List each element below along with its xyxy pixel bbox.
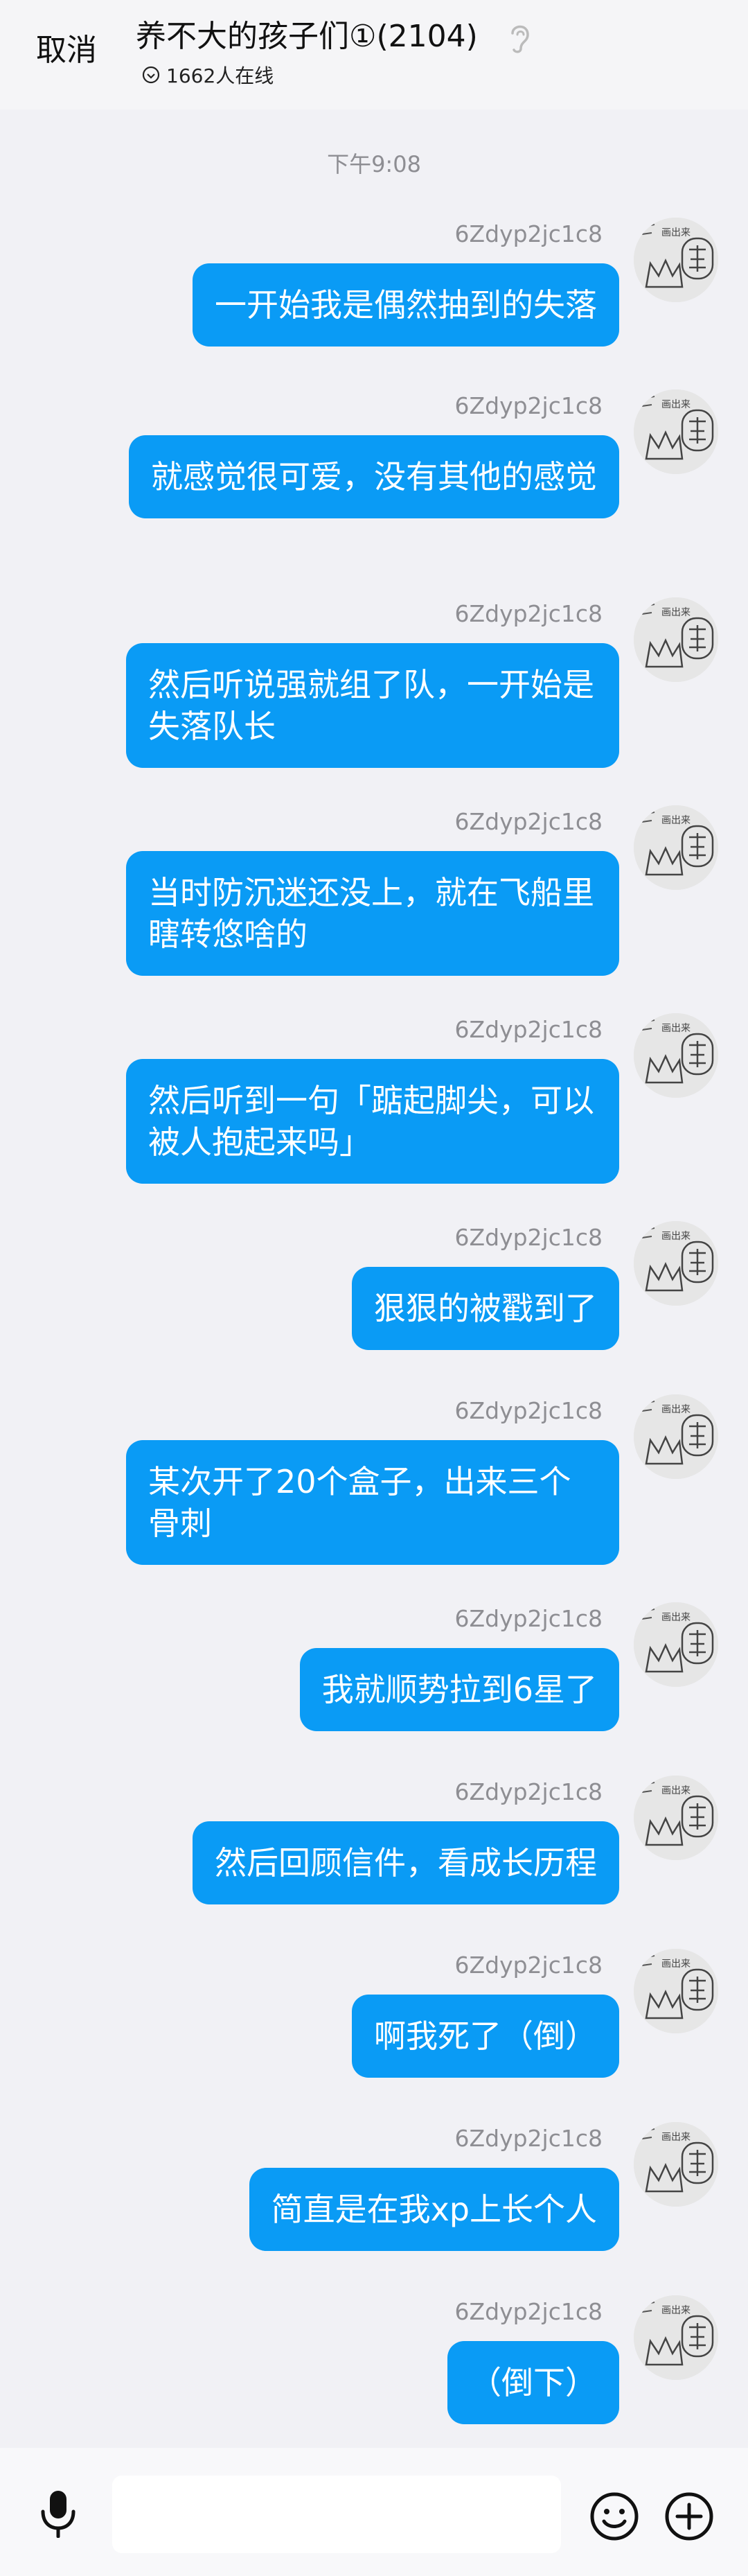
sender-nickname[interactable]: 6Zdyp2jc1c8 — [455, 2298, 603, 2326]
avatar[interactable]: 画出来 — [634, 218, 718, 302]
message-bubble[interactable]: 然后回顾信件，看成长历程 — [193, 1821, 619, 1904]
message-bubble[interactable]: 当时防沉迷还没上，就在飞船里瞎转悠啥的 — [126, 851, 619, 976]
message-timestamp: 下午9:08 — [327, 151, 421, 177]
avatar[interactable]: 画出来 — [634, 1776, 718, 1860]
svg-text:画出来: 画出来 — [661, 815, 691, 826]
avatar[interactable]: 画出来 — [634, 597, 718, 682]
sender-nickname[interactable]: 6Zdyp2jc1c8 — [455, 1224, 603, 1252]
sender-nickname[interactable]: 6Zdyp2jc1c8 — [455, 1016, 603, 1044]
avatar[interactable]: 画出来 — [634, 1013, 718, 1098]
svg-text:画出来: 画出来 — [661, 1785, 691, 1796]
sender-nickname[interactable]: 6Zdyp2jc1c8 — [455, 1605, 603, 1633]
sender-nickname[interactable]: 6Zdyp2jc1c8 — [455, 600, 603, 628]
message-input[interactable] — [112, 2476, 561, 2553]
svg-text:画出来: 画出来 — [661, 1404, 691, 1415]
sender-nickname[interactable]: 6Zdyp2jc1c8 — [455, 1397, 603, 1425]
mic-icon[interactable] — [36, 2488, 80, 2538]
message-bubble[interactable]: 狠狠的被戳到了 — [352, 1267, 619, 1350]
avatar[interactable]: 画出来 — [634, 1602, 718, 1687]
message-bubble[interactable]: （倒下） — [447, 2341, 619, 2424]
avatar[interactable]: 画出来 — [634, 2122, 718, 2207]
avatar[interactable]: 画出来 — [634, 1394, 718, 1479]
online-status: 1662人在线 — [141, 61, 274, 89]
online-count: 1662人在线 — [166, 64, 274, 87]
svg-text:画出来: 画出来 — [661, 2132, 691, 2143]
svg-text:画出来: 画出来 — [661, 1231, 691, 1242]
svg-text:画出来: 画出来 — [661, 399, 691, 410]
message-bubble[interactable]: 一开始我是偶然抽到的失落 — [193, 263, 619, 347]
avatar[interactable]: 画出来 — [634, 389, 718, 474]
sender-nickname[interactable]: 6Zdyp2jc1c8 — [455, 808, 603, 836]
message-bubble[interactable]: 我就顺势拉到6星了 — [299, 1648, 619, 1731]
message-bubble[interactable]: 然后听到一句「踮起脚尖，可以被人抱起来吗」 — [126, 1059, 619, 1184]
sender-nickname[interactable]: 6Zdyp2jc1c8 — [455, 2125, 603, 2153]
plus-icon[interactable] — [664, 2491, 715, 2542]
svg-text:画出来: 画出来 — [661, 2305, 691, 2316]
message-bubble[interactable]: 简直是在我xp上长个人 — [249, 2168, 619, 2251]
avatar[interactable]: 画出来 — [634, 2295, 718, 2380]
svg-text:画出来: 画出来 — [661, 607, 691, 618]
message-bubble[interactable]: 某次开了20个盒子，出来三个骨刺 — [126, 1440, 619, 1565]
message-bubble[interactable]: 然后听说强就组了队，一开始是失落队长 — [126, 643, 619, 768]
svg-text:画出来: 画出来 — [661, 1612, 691, 1623]
sender-nickname[interactable]: 6Zdyp2jc1c8 — [455, 1778, 603, 1806]
group-title: 养不大的孩子们①(2104) — [136, 19, 478, 54]
sender-nickname[interactable]: 6Zdyp2jc1c8 — [455, 392, 603, 420]
message-bubble[interactable]: 啊我死了（倒） — [352, 1995, 619, 2078]
emoji-icon[interactable] — [589, 2491, 640, 2542]
avatar[interactable]: 画出来 — [634, 805, 718, 890]
check-circle-icon — [142, 66, 160, 84]
avatar[interactable]: 画出来 — [634, 1221, 718, 1306]
input-bar — [0, 2448, 748, 2576]
svg-text:画出来: 画出来 — [661, 227, 691, 238]
sender-nickname[interactable]: 6Zdyp2jc1c8 — [455, 220, 603, 248]
message-bubble[interactable]: 就感觉很可爱，没有其他的感觉 — [129, 435, 619, 518]
svg-text:画出来: 画出来 — [661, 1959, 691, 1970]
svg-text:画出来: 画出来 — [661, 1023, 691, 1034]
avatar[interactable]: 画出来 — [634, 1949, 718, 2033]
sender-nickname[interactable]: 6Zdyp2jc1c8 — [455, 1952, 603, 1979]
chat-header: 取消 养不大的孩子们①(2104) 1662人在线 — [0, 0, 748, 109]
ear-icon[interactable] — [506, 21, 533, 55]
cancel-button[interactable]: 取消 — [36, 26, 97, 75]
